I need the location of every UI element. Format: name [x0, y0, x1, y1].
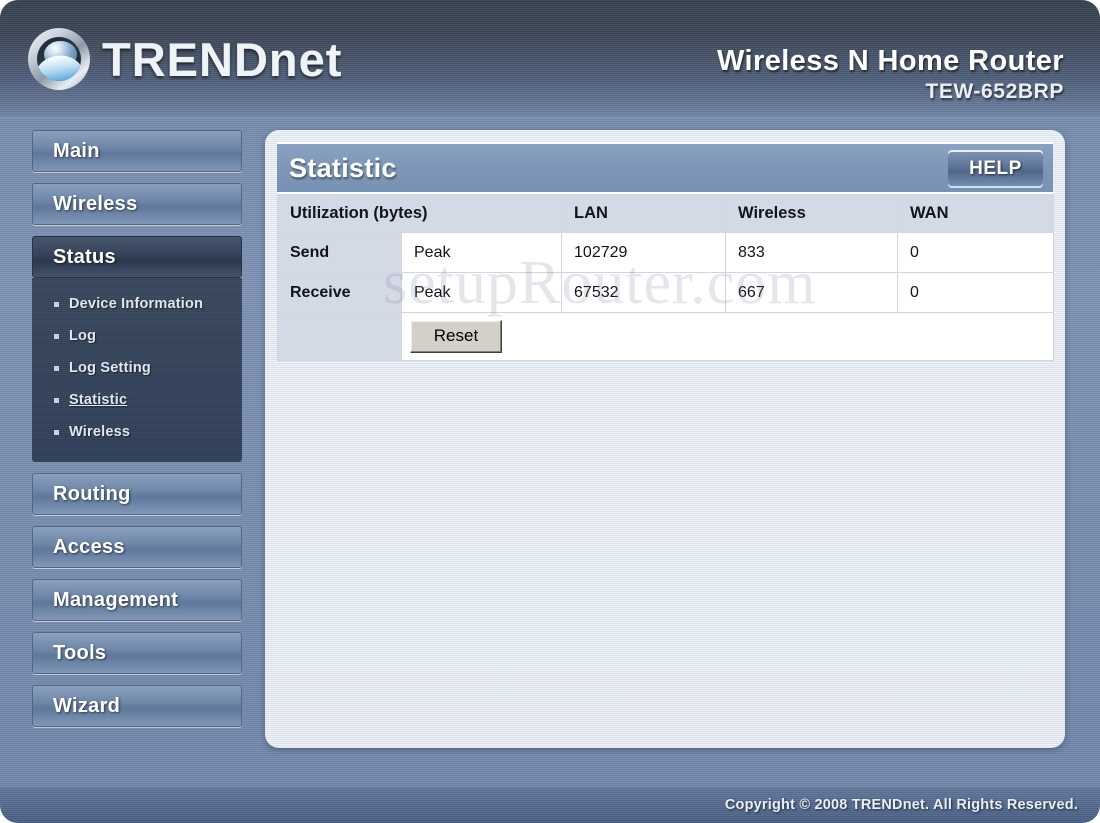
column-header-utilization: Utilization (bytes)	[276, 194, 563, 233]
table-row: Receive Peak 67532 667 0	[277, 272, 1055, 313]
help-button[interactable]: HELP	[948, 150, 1043, 188]
column-header-lan: LAN	[561, 194, 727, 233]
sidebar-item-label: Management	[53, 588, 179, 611]
row-label-send: Send	[277, 232, 402, 273]
sidebar-subitem-label: Log Setting	[69, 360, 151, 376]
bullet-icon	[54, 333, 59, 339]
cell-send-wireless: 833	[725, 232, 899, 273]
sidebar-item-label: Wizard	[53, 694, 121, 717]
sidebar-item-wizard[interactable]: Wizard	[32, 685, 242, 727]
table-row: Send Peak 102729 833 0	[277, 232, 1055, 273]
sidebar-item-tools[interactable]: Tools	[32, 632, 242, 674]
trendnet-wave-logo-icon	[28, 28, 90, 90]
sidebar-subitem-label: Statistic	[69, 392, 128, 408]
bullet-icon	[54, 397, 59, 403]
page-banner: TRENDnet Wireless N Home Router TEW-652B…	[0, 0, 1100, 118]
sidebar-subitem-label: Device Information	[69, 296, 204, 312]
page-title: Statistic	[289, 152, 397, 183]
brand-logo: TRENDnet	[28, 28, 342, 90]
brand-wordmark-lower: net	[268, 32, 343, 86]
sidebar-subitem-log-setting[interactable]: Log Setting	[32, 352, 242, 384]
brand-wordmark-upper: TREND	[102, 32, 269, 86]
brand-wordmark: TRENDnet	[102, 36, 342, 83]
sidebar-item-label: Tools	[53, 641, 107, 664]
bullet-icon	[54, 301, 59, 307]
column-header-wan: WAN	[897, 194, 1055, 233]
table-header-row: Utilization (bytes) LAN Wireless WAN	[276, 194, 1055, 233]
table-action-row: Reset	[277, 312, 1055, 361]
sidebar-subitem-statistic[interactable]: Statistic	[32, 384, 242, 416]
sidebar-item-label: Routing	[53, 482, 131, 505]
row-metric-send: Peak	[400, 232, 563, 273]
model-number: TEW-652BRP	[925, 80, 1064, 104]
sidebar-subitem-label: Log	[69, 328, 97, 344]
sidebar-item-label: Wireless	[53, 192, 138, 215]
sidebar-subitem-log[interactable]: Log	[32, 320, 242, 352]
row-metric-receive: Peak	[400, 272, 563, 313]
product-identity: Wireless N Home Router TEW-652BRP	[717, 46, 1064, 104]
sidebar-item-label: Access	[53, 535, 125, 558]
sidebar-subitem-label: Wireless	[69, 424, 131, 440]
action-row-controls: Reset	[400, 312, 1055, 361]
help-button-label: HELP	[969, 158, 1022, 179]
sidebar-item-status[interactable]: Status	[32, 236, 242, 278]
action-row-spacer	[277, 312, 402, 361]
bullet-icon	[54, 365, 59, 371]
cell-send-lan: 102729	[561, 232, 727, 273]
cell-receive-wireless: 667	[725, 272, 899, 313]
row-label-receive: Receive	[277, 272, 402, 313]
sidebar-item-access[interactable]: Access	[32, 526, 242, 568]
page-footer: Copyright © 2008 TRENDnet. All Rights Re…	[0, 787, 1100, 823]
cell-receive-lan: 67532	[561, 272, 727, 313]
statistic-panel: Statistic HELP Utilization (bytes) LAN W…	[276, 142, 1055, 361]
statistics-table: Utilization (bytes) LAN Wireless WAN Sen…	[276, 194, 1055, 361]
sidebar-item-wireless[interactable]: Wireless	[32, 183, 242, 225]
column-header-wireless: Wireless	[725, 194, 899, 233]
sidebar-item-label: Main	[53, 139, 100, 162]
sidebar-item-label: Status	[53, 245, 116, 268]
content-card: setupRouter.com Statistic HELP Utilizati…	[265, 130, 1065, 748]
cell-send-wan: 0	[897, 232, 1055, 273]
sidebar-nav: Main Wireless Status Device Information …	[32, 130, 242, 738]
sidebar-subitem-wireless[interactable]: Wireless	[32, 416, 242, 448]
cell-receive-wan: 0	[897, 272, 1055, 313]
copyright-text: Copyright © 2008 TRENDnet. All Rights Re…	[724, 797, 1078, 813]
sidebar-item-management[interactable]: Management	[32, 579, 242, 621]
sidebar-item-main[interactable]: Main	[32, 130, 242, 172]
reset-button[interactable]: Reset	[410, 320, 502, 353]
router-admin-page: TRENDnet Wireless N Home Router TEW-652B…	[0, 0, 1100, 823]
sidebar-item-routing[interactable]: Routing	[32, 473, 242, 515]
sidebar-subitem-device-information[interactable]: Device Information	[32, 288, 242, 320]
panel-title-bar: Statistic HELP	[277, 142, 1053, 194]
product-name: Wireless N Home Router	[717, 45, 1064, 77]
sidebar-submenu-status: Device Information Log Log Setting Stati…	[32, 278, 242, 462]
bullet-icon	[54, 429, 59, 435]
